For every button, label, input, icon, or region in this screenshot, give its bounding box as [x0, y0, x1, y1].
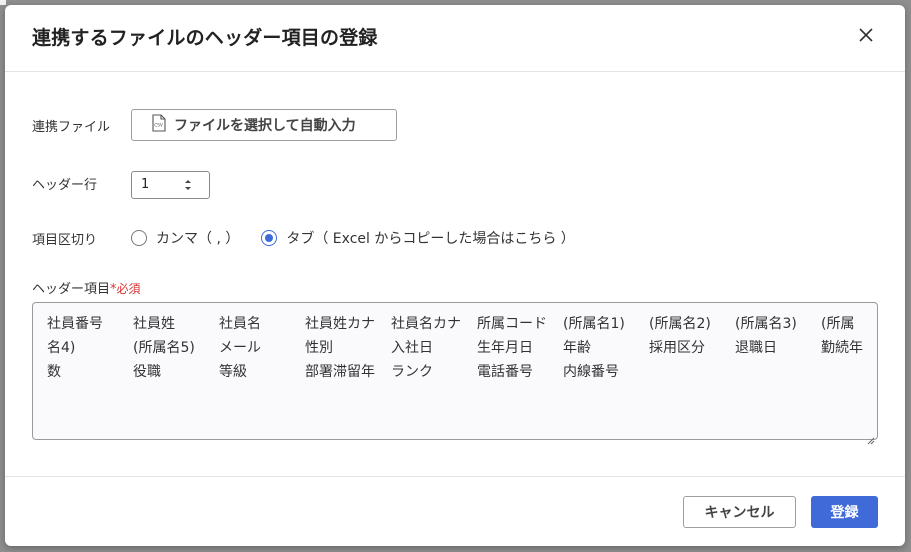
radio-tab[interactable]: タブ（ Excel からコピーした場合はこちら ）: [261, 228, 575, 248]
header-row-value[interactable]: 1: [141, 177, 149, 192]
header-items-label: ヘッダー項目*必須: [32, 278, 141, 297]
header-items-textarea[interactable]: 社員番号 社員姓 社員名 社員姓カナ 社員名カナ 所属コード (所属名1) (所…: [32, 302, 878, 440]
radio-tab-label[interactable]: タブ（ Excel からコピーした場合はこちら ）: [286, 228, 574, 248]
csv-file-icon: CSV: [152, 114, 166, 136]
header-row-label: ヘッダー行: [32, 178, 98, 193]
dialog-header: 連携するファイルのヘッダー項目の登録: [5, 5, 905, 72]
file-select-button[interactable]: CSV ファイルを選択して自動入力: [131, 109, 397, 141]
submit-button[interactable]: 登録: [811, 496, 878, 528]
radio-comma-circle[interactable]: [131, 230, 147, 246]
radio-comma-label[interactable]: カンマ（ , ）: [156, 228, 239, 248]
header-items-label-text: ヘッダー項目: [32, 282, 111, 297]
resize-handle-icon[interactable]: [866, 430, 875, 445]
stepper-arrows-icon[interactable]: [183, 175, 193, 195]
delimiter-label: 項目区切り: [32, 233, 98, 248]
file-select-button-label: ファイルを選択して自動入力: [174, 118, 356, 134]
radio-tab-circle[interactable]: [261, 230, 278, 246]
close-icon: [859, 27, 873, 46]
header-row-stepper[interactable]: 1: [131, 171, 210, 199]
header-items-dialog: 連携するファイルのヘッダー項目の登録 連携ファイル CSV ファイルを選択して自…: [5, 5, 905, 546]
delimiter-radio-group: カンマ（ , ） タブ（ Excel からコピーした場合はこちら ）: [131, 227, 597, 249]
cancel-button[interactable]: キャンセル: [683, 496, 796, 528]
file-label: 連携ファイル: [32, 120, 111, 135]
required-text: 必須: [116, 282, 141, 296]
dialog-title: 連携するファイルのヘッダー項目の登録: [32, 27, 378, 49]
close-button[interactable]: [853, 23, 879, 49]
radio-comma[interactable]: カンマ（ , ）: [131, 228, 239, 248]
dialog-footer: キャンセル 登録: [5, 476, 905, 547]
svg-text:CSV: CSV: [154, 123, 163, 129]
